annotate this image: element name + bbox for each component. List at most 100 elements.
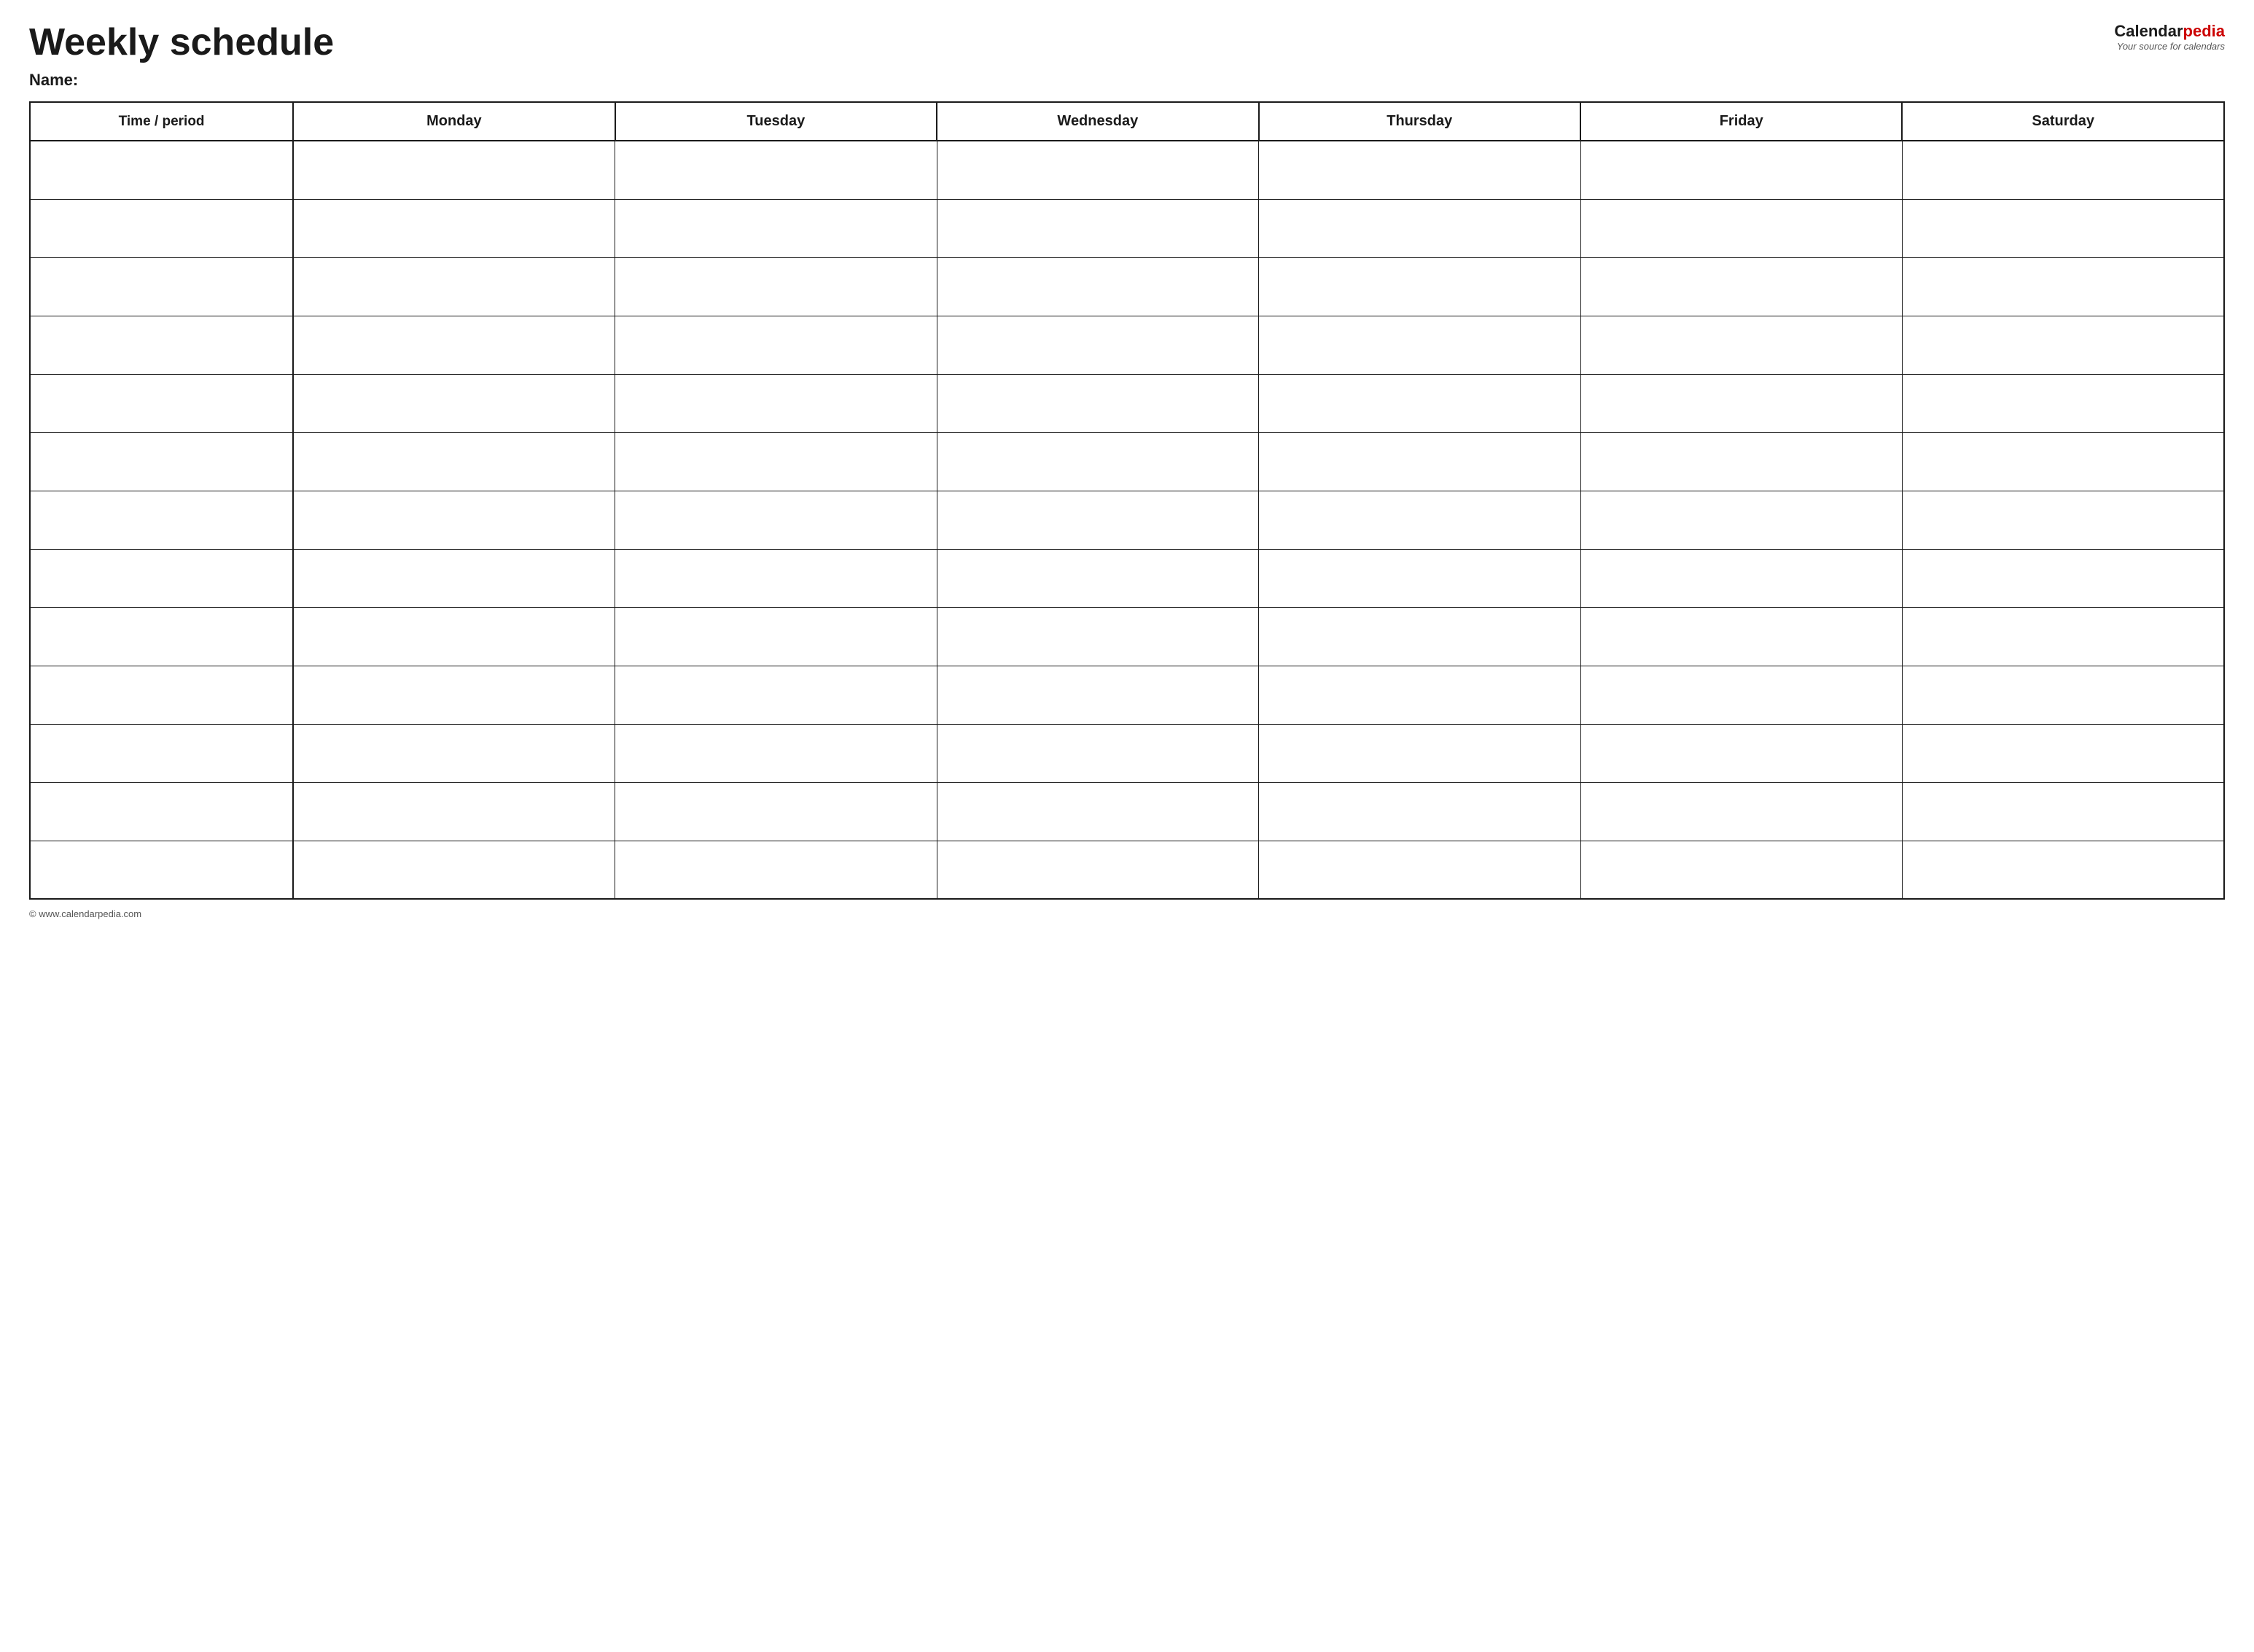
schedule-cell[interactable] xyxy=(1580,257,1902,316)
schedule-cell[interactable] xyxy=(1902,316,2224,374)
schedule-cell[interactable] xyxy=(1259,316,1580,374)
name-label: Name: xyxy=(29,71,2225,90)
schedule-cell[interactable] xyxy=(615,432,937,491)
schedule-cell[interactable] xyxy=(937,607,1258,666)
schedule-cell[interactable] xyxy=(1902,782,2224,841)
schedule-cell[interactable] xyxy=(1902,432,2224,491)
schedule-cell[interactable] xyxy=(615,782,937,841)
schedule-cell[interactable] xyxy=(1902,491,2224,549)
schedule-cell[interactable] xyxy=(293,432,615,491)
schedule-cell[interactable] xyxy=(293,666,615,724)
schedule-cell[interactable] xyxy=(1902,549,2224,607)
schedule-cell[interactable] xyxy=(1902,841,2224,899)
schedule-cell[interactable] xyxy=(293,316,615,374)
time-cell[interactable] xyxy=(30,607,293,666)
schedule-cell[interactable] xyxy=(1580,316,1902,374)
schedule-cell[interactable] xyxy=(1259,607,1580,666)
schedule-cell[interactable] xyxy=(1580,549,1902,607)
schedule-cell[interactable] xyxy=(1580,782,1902,841)
schedule-cell[interactable] xyxy=(293,782,615,841)
schedule-cell[interactable] xyxy=(1580,491,1902,549)
schedule-cell[interactable] xyxy=(1902,257,2224,316)
schedule-cell[interactable] xyxy=(1259,141,1580,199)
schedule-cell[interactable] xyxy=(615,141,937,199)
schedule-cell[interactable] xyxy=(1580,607,1902,666)
schedule-cell[interactable] xyxy=(1259,549,1580,607)
schedule-cell[interactable] xyxy=(1259,491,1580,549)
schedule-cell[interactable] xyxy=(1580,841,1902,899)
schedule-cell[interactable] xyxy=(1259,374,1580,432)
schedule-cell[interactable] xyxy=(937,374,1258,432)
schedule-cell[interactable] xyxy=(615,316,937,374)
time-cell[interactable] xyxy=(30,491,293,549)
schedule-cell[interactable] xyxy=(937,549,1258,607)
time-cell[interactable] xyxy=(30,199,293,257)
col-header-thursday: Thursday xyxy=(1259,102,1580,141)
page-header: Weekly schedule Calendarpedia Your sourc… xyxy=(29,22,2225,63)
schedule-cell[interactable] xyxy=(1259,666,1580,724)
schedule-cell[interactable] xyxy=(615,607,937,666)
schedule-cell[interactable] xyxy=(1259,841,1580,899)
schedule-cell[interactable] xyxy=(1580,199,1902,257)
schedule-cell[interactable] xyxy=(615,666,937,724)
schedule-cell[interactable] xyxy=(293,141,615,199)
schedule-cell[interactable] xyxy=(1580,432,1902,491)
schedule-cell[interactable] xyxy=(937,491,1258,549)
schedule-cell[interactable] xyxy=(293,724,615,782)
schedule-cell[interactable] xyxy=(937,432,1258,491)
schedule-cell[interactable] xyxy=(1902,374,2224,432)
schedule-cell[interactable] xyxy=(937,666,1258,724)
schedule-cell[interactable] xyxy=(1902,724,2224,782)
schedule-cell[interactable] xyxy=(293,607,615,666)
schedule-cell[interactable] xyxy=(937,141,1258,199)
schedule-cell[interactable] xyxy=(1580,666,1902,724)
schedule-cell[interactable] xyxy=(293,491,615,549)
schedule-cell[interactable] xyxy=(1902,607,2224,666)
schedule-cell[interactable] xyxy=(937,257,1258,316)
schedule-cell[interactable] xyxy=(615,257,937,316)
time-cell[interactable] xyxy=(30,724,293,782)
schedule-cell[interactable] xyxy=(937,199,1258,257)
table-row xyxy=(30,607,2224,666)
schedule-cell[interactable] xyxy=(937,316,1258,374)
schedule-cell[interactable] xyxy=(937,782,1258,841)
schedule-cell[interactable] xyxy=(293,841,615,899)
schedule-cell[interactable] xyxy=(937,841,1258,899)
schedule-cell[interactable] xyxy=(615,199,937,257)
schedule-cell[interactable] xyxy=(937,724,1258,782)
schedule-cell[interactable] xyxy=(293,257,615,316)
time-cell[interactable] xyxy=(30,257,293,316)
schedule-cell[interactable] xyxy=(293,374,615,432)
time-cell[interactable] xyxy=(30,141,293,199)
schedule-cell[interactable] xyxy=(293,549,615,607)
time-cell[interactable] xyxy=(30,316,293,374)
schedule-cell[interactable] xyxy=(615,491,937,549)
footer: © www.calendarpedia.com xyxy=(29,908,2225,919)
schedule-cell[interactable] xyxy=(1259,782,1580,841)
time-cell[interactable] xyxy=(30,549,293,607)
schedule-cell[interactable] xyxy=(1902,141,2224,199)
schedule-cell[interactable] xyxy=(1259,432,1580,491)
schedule-cell[interactable] xyxy=(1580,724,1902,782)
time-cell[interactable] xyxy=(30,782,293,841)
schedule-cell[interactable] xyxy=(1259,257,1580,316)
schedule-cell[interactable] xyxy=(1259,724,1580,782)
time-cell[interactable] xyxy=(30,374,293,432)
schedule-table: Time / period Monday Tuesday Wednesday T… xyxy=(29,101,2225,900)
time-cell[interactable] xyxy=(30,841,293,899)
time-cell[interactable] xyxy=(30,432,293,491)
schedule-cell[interactable] xyxy=(1580,374,1902,432)
schedule-cell[interactable] xyxy=(615,841,937,899)
schedule-cell[interactable] xyxy=(293,199,615,257)
time-cell[interactable] xyxy=(30,666,293,724)
schedule-cell[interactable] xyxy=(1580,141,1902,199)
table-row xyxy=(30,491,2224,549)
logo: Calendarpedia Your source for calendars xyxy=(2114,22,2225,52)
table-row xyxy=(30,782,2224,841)
schedule-cell[interactable] xyxy=(1902,199,2224,257)
schedule-cell[interactable] xyxy=(1259,199,1580,257)
schedule-cell[interactable] xyxy=(1902,666,2224,724)
schedule-cell[interactable] xyxy=(615,374,937,432)
schedule-cell[interactable] xyxy=(615,549,937,607)
schedule-cell[interactable] xyxy=(615,724,937,782)
